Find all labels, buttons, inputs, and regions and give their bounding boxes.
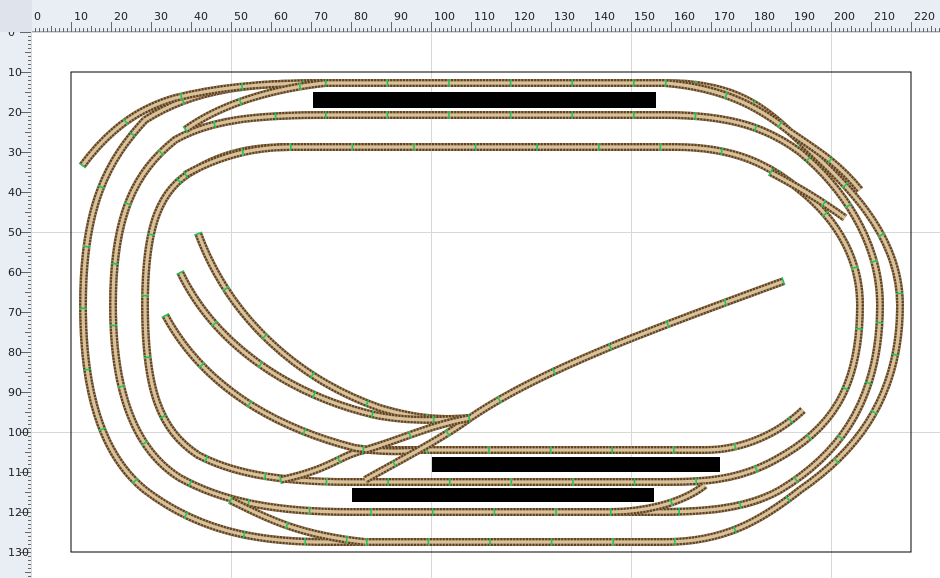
- top-ruler-label: 10: [74, 10, 88, 23]
- left-ruler-label: 50: [8, 226, 22, 239]
- left-ruler-label: 110: [8, 466, 29, 479]
- top-ruler[interactable]: 0 10 20 30 40 50 60 70 80 90 100 110 120 130 140 150 160…: [0, 0, 940, 32]
- top-ruler-label: 0: [34, 10, 41, 23]
- work-area[interactable]: [31, 32, 940, 578]
- top-ruler-label: 160: [674, 10, 695, 23]
- top-ruler-label: 110: [474, 10, 495, 23]
- top-ruler-label: 60: [274, 10, 288, 23]
- top-ruler-label: 30: [154, 10, 168, 23]
- platforms: [313, 92, 720, 502]
- left-ruler[interactable]: 0102030405060708090100110120130: [0, 26, 32, 578]
- left-ruler-label: 120: [8, 506, 29, 519]
- track-third-loop-sleepers: [140, 143, 865, 486]
- top-ruler-label: 170: [714, 10, 735, 23]
- top-ruler-label: 210: [874, 10, 895, 23]
- track-spur-2-ballast: [178, 271, 471, 422]
- top-ruler-label: 70: [314, 10, 328, 23]
- left-ruler-label: 20: [8, 106, 22, 119]
- top-ruler-label: 100: [434, 10, 455, 23]
- top-ruler-label: 90: [394, 10, 408, 23]
- top-ruler-label: 40: [194, 10, 208, 23]
- layout-canvas[interactable]: 0 10 20 30 40 50 60 70 80 90 100 110 120 130 140 150 160…: [0, 0, 940, 578]
- top-ruler-label: 180: [754, 10, 775, 23]
- top-ruler-label: 120: [514, 10, 535, 23]
- platform-top: [313, 92, 656, 108]
- top-ruler-label: 130: [554, 10, 575, 23]
- platform-middle: [432, 457, 720, 472]
- left-ruler-label: 80: [8, 346, 22, 359]
- left-ruler-label: 10: [8, 66, 22, 79]
- left-ruler-label: 60: [8, 266, 22, 279]
- top-ruler-label: 220: [914, 10, 935, 23]
- top-ruler-label: 80: [354, 10, 368, 23]
- top-ruler-label: 200: [834, 10, 855, 23]
- track-plan: [78, 79, 905, 546]
- left-ruler-label: 30: [8, 146, 22, 159]
- track-third-loop-ballast: [143, 145, 862, 484]
- platform-bottom: [352, 488, 654, 502]
- left-ruler-label: 90: [8, 386, 22, 399]
- track-third-loop: [140, 143, 865, 486]
- left-ruler-label: 70: [8, 306, 22, 319]
- left-ruler-label: 100: [8, 426, 29, 439]
- track-spur-1-sleepers: [194, 231, 471, 423]
- top-ruler-label: 20: [114, 10, 128, 23]
- top-ruler-label: 50: [234, 10, 248, 23]
- top-ruler-label: 140: [594, 10, 615, 23]
- track-third-loop-joints: [140, 143, 865, 486]
- top-ruler-label: 190: [794, 10, 815, 23]
- left-ruler-label: 40: [8, 186, 22, 199]
- ruler-corner: [0, 0, 32, 32]
- top-ruler-label: 150: [634, 10, 655, 23]
- left-ruler-label: 130: [8, 546, 29, 559]
